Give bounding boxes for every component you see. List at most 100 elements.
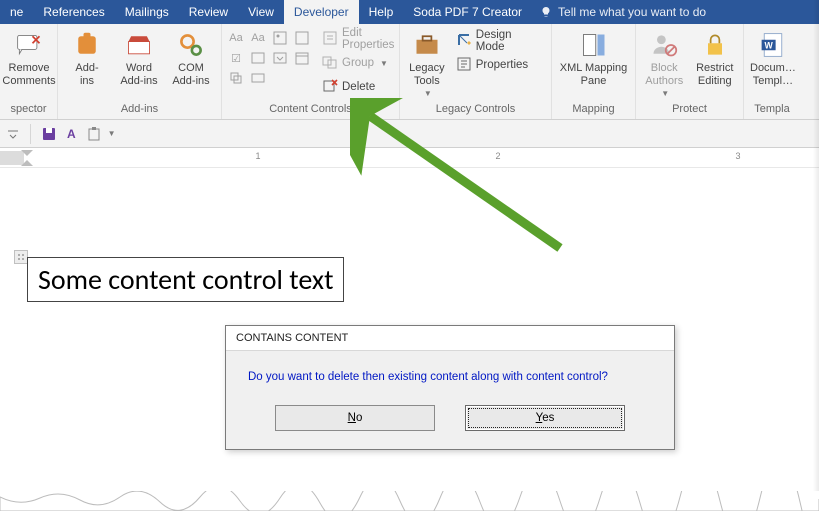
tab-view[interactable]: View — [238, 0, 284, 24]
remove-comments-icon — [14, 30, 44, 60]
group-label-spector: spector — [4, 101, 53, 117]
cc-combobox-button[interactable] — [248, 48, 268, 68]
cc-legacy-button[interactable] — [248, 68, 268, 88]
word-addins-label: Word Add-ins — [120, 62, 157, 87]
delete-button[interactable]: Delete — [318, 76, 398, 98]
addins-button[interactable]: Add- ins — [62, 28, 112, 89]
chevron-down-icon: ▼ — [380, 59, 388, 68]
group-label: Group — [342, 57, 374, 69]
content-control-handle[interactable] — [14, 250, 28, 264]
group-label-cc: Content Controls — [226, 101, 395, 117]
restrict-editing-label: Restrict Editing — [696, 62, 733, 87]
group-label-mapping: Mapping — [556, 101, 631, 117]
cc-picture-button[interactable] — [270, 28, 290, 48]
qat-font-a[interactable]: A — [67, 127, 76, 141]
group-label-templates: Templa — [748, 101, 796, 117]
ruler-mark-3: 3 — [735, 151, 740, 161]
lightbulb-icon — [540, 6, 552, 18]
svg-text:W: W — [764, 41, 773, 51]
com-addins-label: COM Add-ins — [172, 62, 209, 87]
word-doc-icon: W — [758, 30, 788, 60]
properties-icon — [456, 56, 472, 75]
briefcase-icon — [412, 30, 442, 60]
tell-me-label: Tell me what you want to do — [558, 5, 706, 19]
tab-soda-pdf[interactable]: Soda PDF 7 Creator — [403, 0, 532, 24]
legacy-properties-label: Properties — [476, 59, 528, 71]
indent-marker-icon[interactable] — [20, 149, 34, 167]
ruler[interactable]: 1 2 3 — [0, 148, 819, 168]
xml-pane-icon — [579, 30, 609, 60]
delete-icon — [322, 78, 338, 97]
addins-icon — [72, 30, 102, 60]
ruler-mark-1: 1 — [255, 151, 260, 161]
cc-dropdown-button[interactable] — [270, 48, 290, 68]
cc-buildingblock-button[interactable] — [292, 28, 312, 48]
dialog-message: Do you want to delete then existing cont… — [226, 351, 674, 395]
tab-references[interactable]: References — [33, 0, 114, 24]
design-mode-button[interactable]: Design Mode — [452, 30, 547, 52]
cc-richtext-button[interactable]: Aa — [226, 28, 246, 48]
confirm-dialog: CONTAINS CONTENT Do you want to delete t… — [225, 325, 675, 450]
qat-dropdown[interactable] — [6, 127, 20, 141]
cc-checkbox-button[interactable]: ☑ — [226, 48, 246, 68]
yes-button[interactable]: Yes — [465, 405, 625, 431]
legacy-properties-button[interactable]: Properties — [452, 54, 547, 76]
tab-mailings[interactable]: Mailings — [115, 0, 179, 24]
properties-icon — [322, 30, 338, 49]
group-protect: Block Authors ▼ Restrict Editing Protect — [636, 24, 744, 119]
torn-edge — [0, 491, 819, 511]
tab-help[interactable]: Help — [359, 0, 404, 24]
tab-review[interactable]: Review — [179, 0, 238, 24]
chevron-down-icon: ▼ — [108, 129, 116, 138]
block-authors-button[interactable]: Block Authors ▼ — [640, 28, 689, 100]
lock-icon — [700, 30, 730, 60]
dialog-title: CONTAINS CONTENT — [226, 326, 674, 351]
legacy-tools-button[interactable]: Legacy Tools ▼ — [404, 28, 450, 100]
tab-fragment[interactable]: ne — [0, 0, 33, 24]
document-template-label: Docum… Templ… — [750, 62, 796, 87]
quick-access-toolbar: A ▼ — [0, 120, 819, 148]
chevron-down-icon: ▼ — [661, 89, 669, 98]
group-remove-comments: Remove Comments spector — [0, 24, 58, 119]
xml-mapping-label: XML Mapping Pane — [560, 62, 627, 87]
delete-label: Delete — [342, 81, 375, 93]
group-legacy: Legacy Tools ▼ Design Mode Properties Le… — [400, 24, 552, 119]
group-addins: Add- ins Word Add-ins COM Add-ins Add-in… — [58, 24, 222, 119]
cc-repeating-button[interactable] — [226, 68, 246, 88]
restrict-editing-button[interactable]: Restrict Editing — [691, 28, 740, 89]
group-content-controls: Aa Aa ☑ — [222, 24, 400, 119]
no-button[interactable]: No — [275, 405, 435, 431]
group-mapping: XML Mapping Pane Mapping — [552, 24, 636, 119]
cc-plaintext-button[interactable]: Aa — [248, 28, 268, 48]
qat-save-icon[interactable] — [41, 126, 57, 142]
block-authors-icon — [649, 30, 679, 60]
dialog-buttons: No Yes — [226, 395, 674, 449]
store-icon — [124, 30, 154, 60]
word-addins-button[interactable]: Word Add-ins — [114, 28, 164, 89]
remove-comments-button[interactable]: Remove Comments — [4, 28, 54, 89]
qat-clipboard-icon[interactable]: ▼ — [86, 126, 116, 142]
remove-comments-label: Remove Comments — [2, 62, 55, 87]
group-button[interactable]: Group ▼ — [318, 52, 398, 74]
edit-properties-label: Edit Properties — [342, 27, 394, 51]
addins-label: Add- ins — [75, 62, 98, 87]
group-templates: W Docum… Templ… Templa — [744, 24, 800, 119]
block-authors-label: Block Authors — [645, 62, 683, 87]
group-label-legacy: Legacy Controls — [404, 101, 547, 117]
cc-datepicker-button[interactable] — [292, 48, 312, 68]
document-area[interactable]: Some content control text CONTAINS CONTE… — [0, 168, 819, 511]
xml-mapping-button[interactable]: XML Mapping Pane — [556, 28, 631, 89]
group-label-addins: Add-ins — [62, 101, 217, 117]
separator — [30, 124, 31, 144]
chevron-down-icon: ▼ — [424, 89, 432, 98]
gear-icon — [176, 30, 206, 60]
edit-properties-button[interactable]: Edit Properties — [318, 28, 398, 50]
document-template-button[interactable]: W Docum… Templ… — [748, 28, 798, 89]
com-addins-button[interactable]: COM Add-ins — [166, 28, 216, 89]
design-mode-icon — [456, 32, 472, 51]
ribbon: Remove Comments spector Add- ins Word Ad… — [0, 24, 819, 120]
tab-developer[interactable]: Developer — [284, 0, 359, 24]
content-control-text[interactable]: Some content control text — [27, 257, 344, 302]
tell-me-search[interactable]: Tell me what you want to do — [532, 5, 714, 19]
app-frame: ne References Mailings Review View Devel… — [0, 0, 819, 511]
